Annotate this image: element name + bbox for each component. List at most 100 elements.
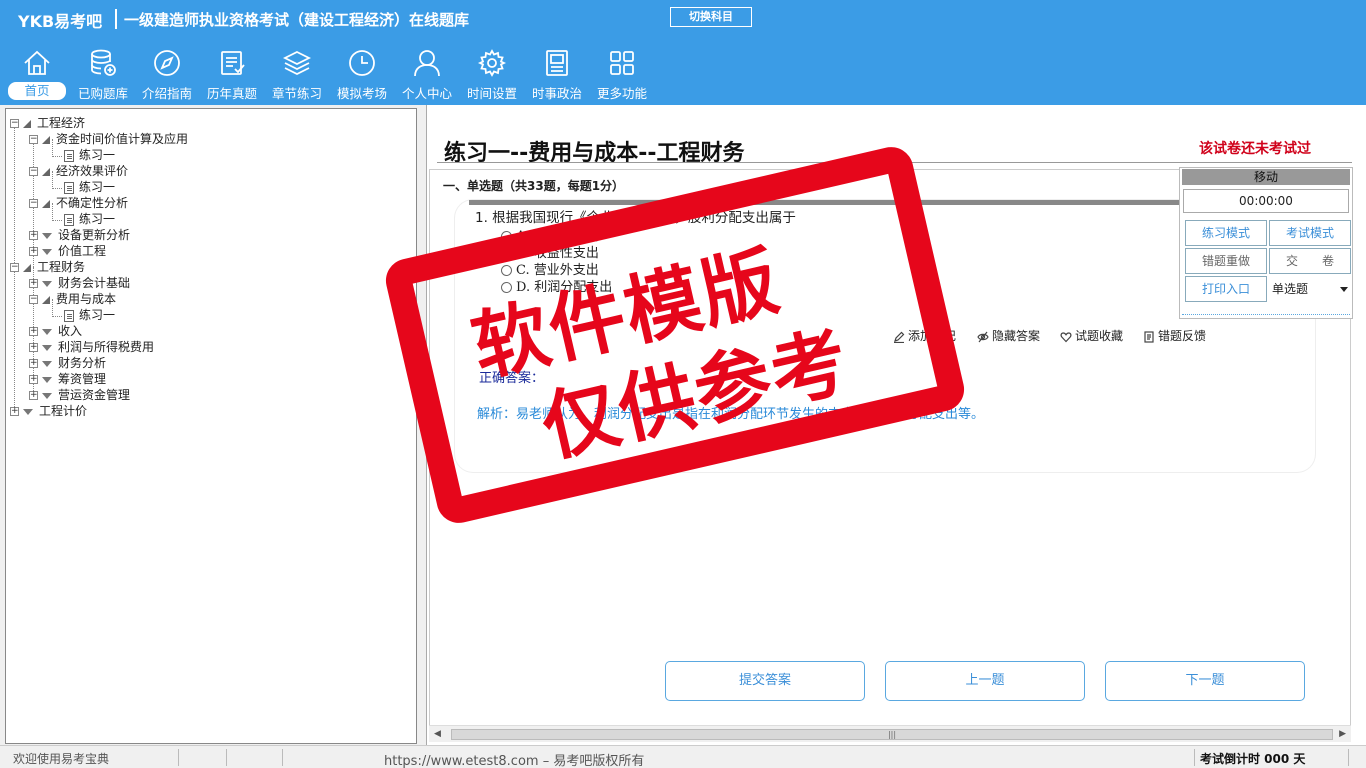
- expand-icon[interactable]: +: [29, 327, 38, 336]
- tree-leaf-practice[interactable]: 练习一: [64, 211, 115, 227]
- tree-node-financial-analysis[interactable]: + 财务分析: [29, 355, 106, 371]
- tree-node-engineering-pricing[interactable]: + 工程计价: [10, 403, 87, 419]
- pencil-icon: [894, 331, 905, 343]
- tree-node-accounting-basics[interactable]: + 财务会计基础: [29, 275, 130, 291]
- tree-node-working-capital[interactable]: + 营运资金管理: [29, 387, 130, 403]
- report-error-button[interactable]: 错题反馈: [1143, 327, 1206, 344]
- nav-more[interactable]: 更多功能: [591, 48, 653, 104]
- scroll-thumb[interactable]: |||: [451, 729, 1333, 740]
- horizontal-scrollbar[interactable]: ◀ ||| ▶: [429, 725, 1351, 742]
- expand-icon[interactable]: +: [29, 247, 38, 256]
- tree-node-value-engineering[interactable]: + 价值工程: [29, 243, 106, 259]
- collapse-icon[interactable]: −: [10, 263, 19, 272]
- collapsed-arrow-icon: [42, 376, 52, 383]
- title-separator: [115, 9, 117, 29]
- tree-node-label: 工程经济: [37, 116, 86, 130]
- tree-node-cost-expense[interactable]: − 费用与成本: [29, 291, 116, 307]
- nav-guide[interactable]: 介绍指南: [136, 48, 198, 104]
- tree-node-label: 工程财务: [37, 260, 86, 274]
- nav-label: 已购题库: [77, 86, 128, 101]
- collapsed-arrow-icon: [23, 408, 33, 415]
- tree-node-engineering-finance[interactable]: − 工程财务: [10, 259, 85, 275]
- home-icon: [24, 50, 50, 75]
- collapse-icon[interactable]: −: [29, 135, 38, 144]
- collapsed-arrow-icon: [42, 392, 52, 399]
- option-d[interactable]: D. 利润分配支出: [501, 276, 612, 295]
- radio-button[interactable]: [501, 265, 512, 276]
- status-separator: [178, 749, 179, 766]
- favorite-question-button[interactable]: 试题收藏: [1060, 327, 1123, 344]
- tree-node-label: 费用与成本: [56, 292, 117, 306]
- tree-node-revenue[interactable]: + 收入: [29, 323, 82, 339]
- tree-guide-line: [52, 156, 62, 157]
- question-type-select[interactable]: 单选题: [1270, 276, 1352, 302]
- nav-home[interactable]: 首页: [6, 48, 68, 104]
- status-separator: [282, 749, 283, 766]
- nav-profile[interactable]: 个人中心: [396, 48, 458, 104]
- nav-chapter-practice[interactable]: 章节练习: [266, 48, 328, 104]
- nav-label: 介绍指南: [141, 86, 192, 101]
- expand-icon[interactable]: +: [29, 375, 38, 384]
- tree-node-label: 练习一: [79, 148, 116, 162]
- expanded-arrow-icon: [42, 167, 50, 176]
- scroll-left-icon[interactable]: ◀: [434, 729, 441, 739]
- switch-subject-button[interactable]: 切换科目: [670, 7, 752, 27]
- practice-mode-button[interactable]: 练习模式: [1185, 220, 1267, 246]
- expand-icon[interactable]: +: [29, 231, 38, 240]
- tree-node-economic-evaluation[interactable]: − 经济效果评价: [29, 163, 128, 179]
- expand-icon[interactable]: +: [29, 359, 38, 368]
- tree-node-engineering-economics[interactable]: − 工程经济: [10, 115, 85, 131]
- nav-current-affairs[interactable]: 时事政治: [526, 48, 588, 104]
- radio-button[interactable]: [501, 248, 512, 259]
- nav-label: 首页: [8, 82, 66, 100]
- expand-icon[interactable]: +: [29, 279, 38, 288]
- tree-leaf-practice-selected[interactable]: 练习一: [64, 307, 115, 323]
- collapse-icon[interactable]: −: [29, 167, 38, 176]
- exam-mode-button[interactable]: 考试模式: [1269, 220, 1351, 246]
- expand-icon[interactable]: +: [29, 343, 38, 352]
- user-icon: [414, 50, 440, 77]
- tree-node-equipment-update[interactable]: + 设备更新分析: [29, 227, 130, 243]
- collapsed-arrow-icon: [42, 344, 52, 351]
- tree-node-label: 价值工程: [58, 244, 107, 258]
- question-type-value: 单选题: [1272, 282, 1309, 296]
- nav-purchased[interactable]: 已购题库: [72, 48, 134, 104]
- tree-node-financing[interactable]: + 筹资管理: [29, 371, 106, 387]
- redo-wrong-button[interactable]: 错题重做: [1185, 248, 1267, 274]
- dropdown-arrow-icon: [1340, 287, 1348, 292]
- tree-node-uncertainty-analysis[interactable]: − 不确定性分析: [29, 195, 128, 211]
- nav-time-settings[interactable]: 时间设置: [461, 48, 523, 104]
- layers-icon: [282, 50, 312, 76]
- scroll-right-icon[interactable]: ▶: [1339, 729, 1346, 739]
- print-button[interactable]: 打印入口: [1185, 276, 1267, 302]
- expanded-arrow-icon: [23, 119, 31, 128]
- status-separator: [1348, 749, 1349, 766]
- collapsed-arrow-icon: [42, 280, 52, 287]
- tree-node-label: 不确定性分析: [56, 196, 129, 210]
- submit-answer-button[interactable]: 提交答案: [665, 661, 865, 701]
- collapse-icon[interactable]: −: [29, 295, 38, 304]
- nav-mock-exam[interactable]: 模拟考场: [331, 48, 393, 104]
- add-note-button[interactable]: 添加笔记: [893, 327, 956, 344]
- chapter-tree-panel: − 工程经济 − 资金时间价值计算及应用 练习一 − 经济效果评价 练习一 − 不确定性…: [0, 105, 420, 745]
- nav-past-exams[interactable]: 历年真题: [201, 48, 263, 104]
- collapse-icon[interactable]: −: [10, 119, 19, 128]
- radio-button[interactable]: [501, 231, 512, 242]
- expanded-arrow-icon: [42, 199, 50, 208]
- next-question-button[interactable]: 下一题: [1105, 661, 1305, 701]
- tree-leaf-practice[interactable]: 练习一: [64, 147, 115, 163]
- tree-guide-line: [52, 220, 62, 221]
- move-handle[interactable]: 移动: [1182, 169, 1350, 185]
- radio-button[interactable]: [501, 282, 512, 293]
- tree-node-time-value[interactable]: − 资金时间价值计算及应用: [29, 131, 188, 147]
- expand-icon[interactable]: +: [10, 407, 19, 416]
- previous-question-button[interactable]: 上一题: [885, 661, 1085, 701]
- hide-answer-button[interactable]: 隐藏答案: [977, 327, 1040, 344]
- collapse-icon[interactable]: −: [29, 199, 38, 208]
- hand-in-button[interactable]: 交 卷: [1269, 248, 1351, 274]
- tree-node-profit-tax[interactable]: + 利润与所得税费用: [29, 339, 154, 355]
- collapsed-arrow-icon: [42, 248, 52, 255]
- nav-label: 历年真题: [206, 86, 257, 101]
- expand-icon[interactable]: +: [29, 391, 38, 400]
- tree-leaf-practice[interactable]: 练习一: [64, 179, 115, 195]
